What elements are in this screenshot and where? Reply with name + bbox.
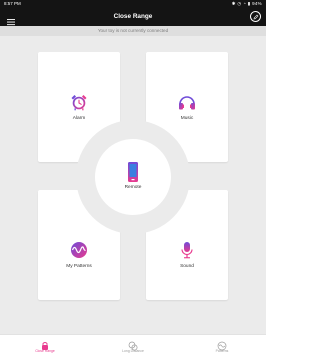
page-title: Close Range — [113, 13, 153, 20]
battery-icon: ▮ — [247, 1, 251, 6]
alarm-icon: ◷ — [237, 1, 242, 6]
tab-long-distance-label: Long Distance — [122, 349, 144, 353]
pencil-edit-icon[interactable] — [250, 11, 261, 22]
microphone-icon — [177, 240, 197, 260]
connection-status-banner: Your toy is not currently connected — [0, 26, 266, 36]
sound-label: Sound — [180, 264, 194, 269]
tab-patterns-label: Patterns — [215, 349, 229, 353]
wifi-icon: ◔ — [243, 1, 247, 6]
tab-close-range[interactable]: Close Range — [15, 335, 75, 356]
music-label: Music — [180, 116, 194, 121]
chat-bubbles-icon — [128, 338, 138, 351]
tab-patterns[interactable]: Patterns — [192, 335, 252, 356]
toy-icon — [40, 338, 50, 350]
status-right: ✱ ◷ ◔ ▮ 94% — [232, 0, 262, 8]
alarm-clock-icon — [69, 92, 89, 112]
waveform-icon — [69, 240, 89, 260]
my-patterns-label: My Patterns — [66, 264, 92, 269]
app-bar: Close Range — [0, 8, 266, 26]
bottom-tab-bar: Close Range Long Distance Patterns — [0, 334, 266, 355]
tab-long-distance[interactable]: Long Distance — [103, 335, 163, 356]
phone-remote-icon — [125, 161, 141, 183]
feature-grid: Alarm Music My Patterns Sound Remote — [0, 36, 266, 334]
remote-button[interactable]: Remote — [95, 139, 171, 215]
headphones-icon — [177, 92, 197, 112]
bluetooth-icon: ✱ — [231, 1, 236, 6]
tab-close-range-label: Close Range — [35, 349, 55, 353]
alarm-label: Alarm — [72, 116, 86, 121]
status-time: 8:57 PM — [4, 1, 21, 6]
status-bar: 8:57 PM ✱ ◷ ◔ ▮ 94% — [0, 0, 266, 8]
battery-percent: 94% — [252, 1, 262, 6]
remote-label: Remote — [124, 185, 142, 190]
patterns-icon — [217, 338, 227, 351]
